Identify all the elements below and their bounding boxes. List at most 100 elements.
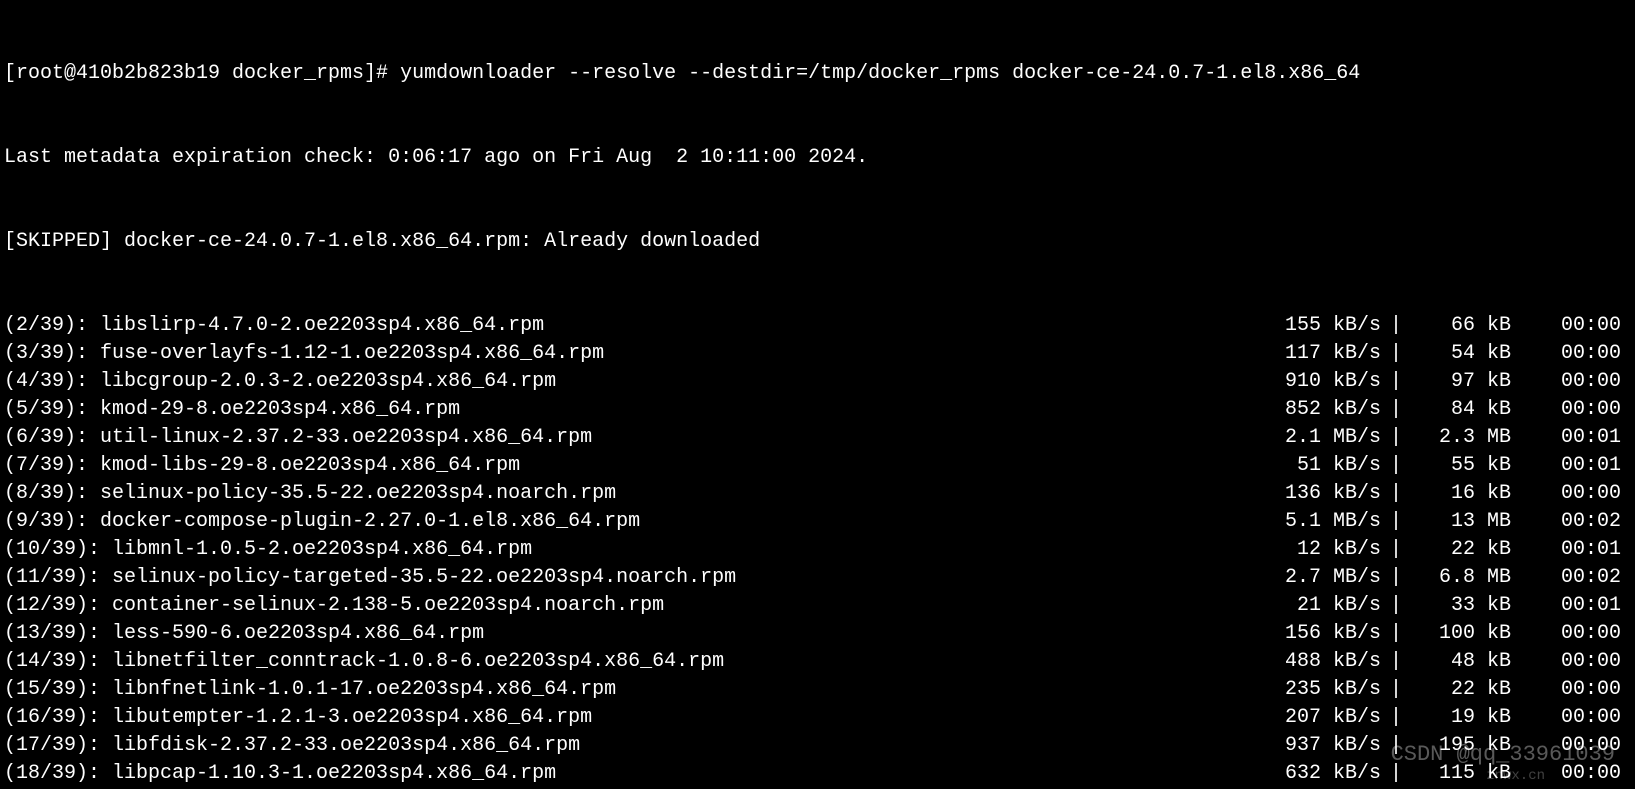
download-row: (6/39): util-linux-2.37.2-33.oe2203sp4.x… (4, 424, 1631, 452)
download-size: 13 MB (1411, 508, 1511, 536)
download-size: 54 kB (1411, 340, 1511, 368)
download-row-right: 207 kB/s|19 kB00:00 (1261, 704, 1631, 732)
download-row: (10/39): libmnl-1.0.5-2.oe2203sp4.x86_64… (4, 536, 1631, 564)
row-index: (8/39): (4, 482, 88, 505)
rpm-filename: libutempter-1.2.1-3.oe2203sp4.x86_64.rpm (100, 706, 592, 729)
row-index: (18/39): (4, 762, 100, 785)
row-index: (7/39): (4, 454, 88, 477)
download-row-right: 136 kB/s|16 kB00:00 (1261, 480, 1631, 508)
download-size: 22 kB (1411, 676, 1511, 704)
download-speed: 155 kB/s (1261, 312, 1381, 340)
terminal-output[interactable]: [root@410b2b823b19 docker_rpms]# yumdown… (0, 0, 1635, 789)
download-size: 84 kB (1411, 396, 1511, 424)
download-time: 00:01 (1511, 452, 1631, 480)
download-row: (15/39): libnfnetlink-1.0.1-17.oe2203sp4… (4, 676, 1631, 704)
download-row-left: (11/39): selinux-policy-targeted-35.5-22… (4, 564, 736, 592)
download-row-left: (2/39): libslirp-4.7.0-2.oe2203sp4.x86_6… (4, 312, 544, 340)
column-separator: | (1381, 648, 1411, 676)
column-separator: | (1381, 732, 1411, 760)
download-row-right: 12 kB/s|22 kB00:01 (1261, 536, 1631, 564)
command-text: yumdownloader --resolve --destdir=/tmp/d… (400, 62, 1360, 85)
download-row-left: (3/39): fuse-overlayfs-1.12-1.oe2203sp4.… (4, 340, 604, 368)
row-index: (5/39): (4, 398, 88, 421)
download-size: 48 kB (1411, 648, 1511, 676)
download-size: 97 kB (1411, 368, 1511, 396)
row-index: (13/39): (4, 622, 100, 645)
download-speed: 12 kB/s (1261, 536, 1381, 564)
row-index: (14/39): (4, 650, 100, 673)
download-row-right: 632 kB/s|115 kB00:00 (1261, 760, 1631, 788)
row-index: (15/39): (4, 678, 100, 701)
download-size: 100 kB (1411, 620, 1511, 648)
download-row-right: 488 kB/s|48 kB00:00 (1261, 648, 1631, 676)
download-time: 00:00 (1511, 620, 1631, 648)
download-time: 00:00 (1511, 368, 1631, 396)
skipped-line: [SKIPPED] docker-ce-24.0.7-1.el8.x86_64.… (4, 228, 1631, 256)
row-index: (2/39): (4, 314, 88, 337)
download-row: (4/39): libcgroup-2.0.3-2.oe2203sp4.x86_… (4, 368, 1631, 396)
download-speed: 2.1 MB/s (1261, 424, 1381, 452)
download-time: 00:00 (1511, 480, 1631, 508)
column-separator: | (1381, 592, 1411, 620)
command-line: [root@410b2b823b19 docker_rpms]# yumdown… (4, 60, 1631, 88)
download-row-right: 235 kB/s|22 kB00:00 (1261, 676, 1631, 704)
download-time: 00:00 (1511, 396, 1631, 424)
download-row: (7/39): kmod-libs-29-8.oe2203sp4.x86_64.… (4, 452, 1631, 480)
download-time: 00:01 (1511, 592, 1631, 620)
download-row-left: (5/39): kmod-29-8.oe2203sp4.x86_64.rpm (4, 396, 460, 424)
column-separator: | (1381, 564, 1411, 592)
download-row-left: (16/39): libutempter-1.2.1-3.oe2203sp4.x… (4, 704, 592, 732)
download-row-right: 5.1 MB/s|13 MB00:02 (1261, 508, 1631, 536)
column-separator: | (1381, 396, 1411, 424)
download-size: 115 kB (1411, 760, 1511, 788)
download-row: (8/39): selinux-policy-35.5-22.oe2203sp4… (4, 480, 1631, 508)
row-index: (11/39): (4, 566, 100, 589)
download-speed: 632 kB/s (1261, 760, 1381, 788)
rpm-filename: container-selinux-2.138-5.oe2203sp4.noar… (100, 594, 664, 617)
download-size: 55 kB (1411, 452, 1511, 480)
row-index: (12/39): (4, 594, 100, 617)
download-time: 00:00 (1511, 676, 1631, 704)
download-row: (13/39): less-590-6.oe2203sp4.x86_64.rpm… (4, 620, 1631, 648)
rpm-filename: util-linux-2.37.2-33.oe2203sp4.x86_64.rp… (88, 426, 592, 449)
download-speed: 5.1 MB/s (1261, 508, 1381, 536)
download-speed: 51 kB/s (1261, 452, 1381, 480)
row-index: (16/39): (4, 706, 100, 729)
column-separator: | (1381, 704, 1411, 732)
rpm-filename: selinux-policy-35.5-22.oe2203sp4.noarch.… (88, 482, 616, 505)
download-row-right: 51 kB/s|55 kB00:01 (1261, 452, 1631, 480)
row-index: (6/39): (4, 426, 88, 449)
download-row: (17/39): libfdisk-2.37.2-33.oe2203sp4.x8… (4, 732, 1631, 760)
download-size: 2.3 MB (1411, 424, 1511, 452)
rpm-filename: libmnl-1.0.5-2.oe2203sp4.x86_64.rpm (100, 538, 532, 561)
download-row: (16/39): libutempter-1.2.1-3.oe2203sp4.x… (4, 704, 1631, 732)
row-index: (3/39): (4, 342, 88, 365)
row-index: (4/39): (4, 370, 88, 393)
download-size: 6.8 MB (1411, 564, 1511, 592)
row-index: (10/39): (4, 538, 100, 561)
download-row-right: 2.7 MB/s|6.8 MB00:02 (1261, 564, 1631, 592)
download-speed: 156 kB/s (1261, 620, 1381, 648)
download-time: 00:00 (1511, 704, 1631, 732)
download-row-right: 2.1 MB/s|2.3 MB00:01 (1261, 424, 1631, 452)
row-index: (17/39): (4, 734, 100, 757)
download-row-left: (9/39): docker-compose-plugin-2.27.0-1.e… (4, 508, 640, 536)
download-row-left: (18/39): libpcap-1.10.3-1.oe2203sp4.x86_… (4, 760, 556, 788)
rpm-filename: docker-compose-plugin-2.27.0-1.el8.x86_6… (88, 510, 640, 533)
download-speed: 235 kB/s (1261, 676, 1381, 704)
download-speed: 910 kB/s (1261, 368, 1381, 396)
column-separator: | (1381, 508, 1411, 536)
download-row-left: (14/39): libnetfilter_conntrack-1.0.8-6.… (4, 648, 724, 676)
download-row-left: (6/39): util-linux-2.37.2-33.oe2203sp4.x… (4, 424, 592, 452)
rpm-filename: libnetfilter_conntrack-1.0.8-6.oe2203sp4… (100, 650, 724, 673)
download-time: 00:00 (1511, 760, 1631, 788)
download-row-left: (10/39): libmnl-1.0.5-2.oe2203sp4.x86_64… (4, 536, 532, 564)
download-row-left: (4/39): libcgroup-2.0.3-2.oe2203sp4.x86_… (4, 368, 556, 396)
download-speed: 937 kB/s (1261, 732, 1381, 760)
column-separator: | (1381, 424, 1411, 452)
download-speed: 136 kB/s (1261, 480, 1381, 508)
download-size: 16 kB (1411, 480, 1511, 508)
rpm-filename: less-590-6.oe2203sp4.x86_64.rpm (100, 622, 484, 645)
download-time: 00:00 (1511, 648, 1631, 676)
download-row: (11/39): selinux-policy-targeted-35.5-22… (4, 564, 1631, 592)
